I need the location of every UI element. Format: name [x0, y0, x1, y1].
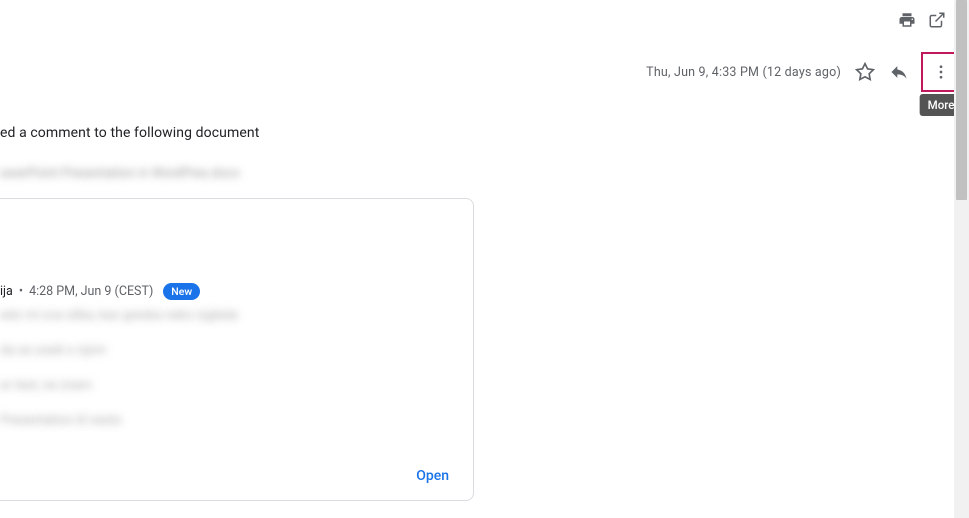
document-chip[interactable]: awerPoint Presentation in WordPres.docx: [0, 158, 252, 185]
more-vert-icon: [932, 63, 950, 81]
scrollbar-thumb[interactable]: [956, 0, 967, 200]
notification-text: ed a comment to the following document: [0, 125, 259, 141]
print-icon[interactable]: [897, 10, 917, 30]
new-badge: New: [163, 283, 200, 300]
open-button[interactable]: Open: [416, 468, 449, 484]
email-timestamp: Thu, Jun 9, 4:33 PM (12 days ago): [646, 65, 841, 80]
comment-author: ija: [0, 284, 13, 299]
scrollbar-track[interactable]: [954, 0, 969, 518]
open-new-window-icon[interactable]: [927, 10, 947, 30]
separator: •: [19, 284, 23, 299]
reply-icon[interactable]: [889, 62, 909, 82]
star-icon[interactable]: [855, 62, 875, 82]
comment-body: edo mi ova slika, kao greska neko izgled…: [0, 309, 238, 449]
comment-card: ija • 4:28 PM, Jun 9 (CEST) New edo mi o…: [0, 198, 474, 501]
comment-time: 4:28 PM, Jun 9 (CEST): [29, 284, 153, 299]
